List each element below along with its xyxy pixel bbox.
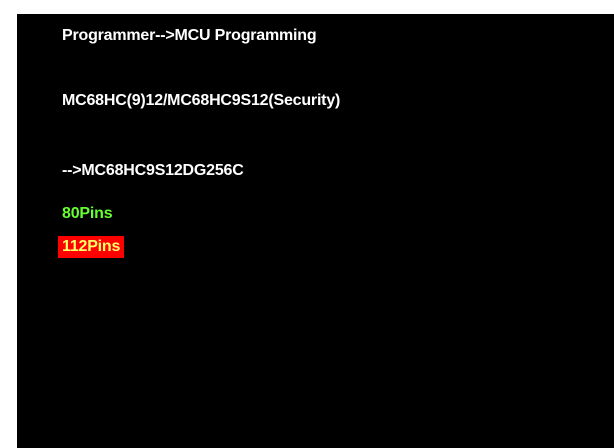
option-112-pins[interactable]: 112Pins [58, 236, 125, 258]
programmer-screen: Programmer-->MCU Programming MC68HC(9)12… [17, 14, 614, 448]
mcu-model-label: -->MC68HC9S12DG256C [62, 162, 244, 179]
option-80-pins[interactable]: 80Pins [58, 203, 116, 225]
breadcrumb-title: Programmer-->MCU Programming [62, 27, 317, 44]
mcu-family-label: MC68HC(9)12/MC68HC9S12(Security) [62, 92, 341, 109]
